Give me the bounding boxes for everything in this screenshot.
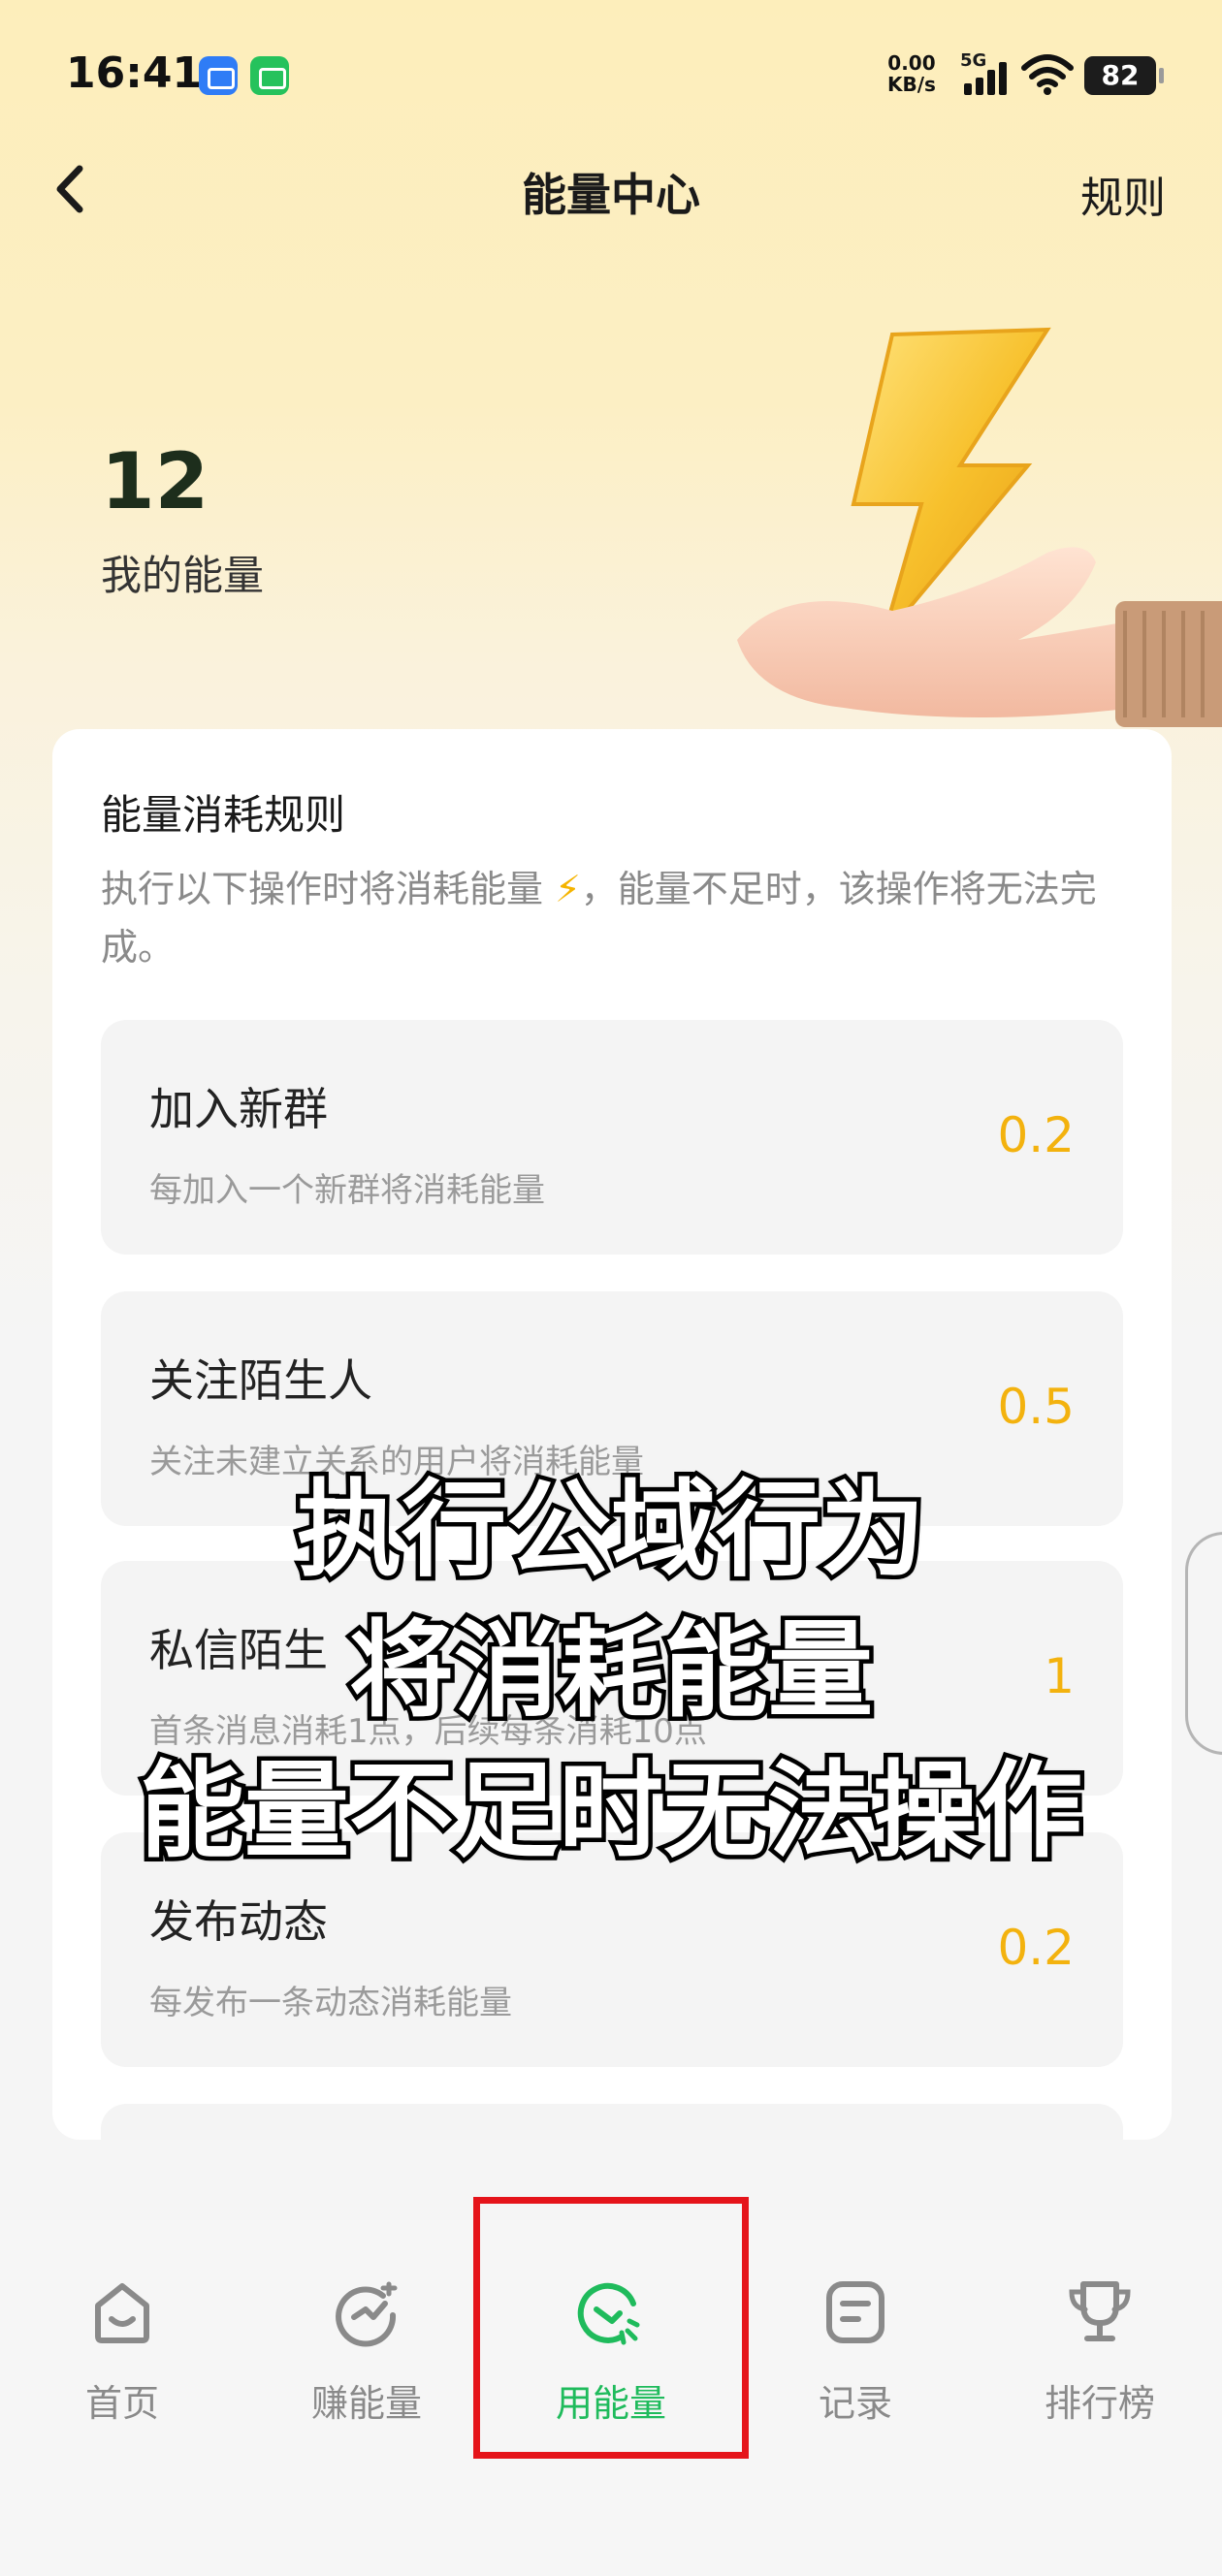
card-title: 能量消耗规则 (101, 791, 346, 839)
caption-line-2: 将消耗能量 (344, 1606, 877, 1736)
tab-earn-energy[interactable]: 赚能量 (244, 2226, 489, 2425)
tab-home[interactable]: 首页 (0, 2226, 244, 2425)
rule-description: 每发布一条动态消耗能量 (149, 1984, 512, 2022)
caption-line-1: 执行公域行为 (292, 1466, 929, 1596)
rule-cost: 0.2 (997, 1107, 1075, 1163)
rule-cost: 0.5 (997, 1379, 1075, 1435)
caption-line-3: 能量不足时无法操作 (135, 1747, 1086, 1877)
rule-cost: 0.2 (997, 1920, 1075, 1976)
earn-energy-icon (336, 2281, 398, 2347)
wechat-notification-icon (250, 56, 289, 95)
rule-description: 每加入一个新群将消耗能量 (149, 1171, 545, 1210)
lightning-icon: ⚡ (555, 868, 581, 910)
rule-name: 发布动态 (149, 1895, 328, 1948)
rule-name: 加入新群 (149, 1083, 328, 1135)
system-nav-area (0, 2540, 1222, 2576)
rule-name: 关注陌生人 (149, 1354, 372, 1407)
record-icon (826, 2281, 884, 2343)
trophy-icon (1069, 2281, 1131, 2341)
tab-label: 首页 (84, 2382, 159, 2425)
tab-records[interactable]: 记录 (733, 2226, 978, 2425)
status-bar: 16:41 0.00 KB/s 5G 82 (0, 39, 1222, 116)
card-description: 执行以下操作时将消耗能量 ⚡，能量不足时，该操作将无法完成。 (101, 860, 1129, 976)
wifi-icon (1021, 54, 1074, 95)
rule-item-join-group[interactable]: 加入新群 每加入一个新群将消耗能量 0.2 (101, 1020, 1123, 1255)
tab-label: 排行榜 (1044, 2382, 1155, 2425)
rules-link[interactable]: 规则 (1080, 163, 1166, 225)
rule-item-next[interactable] (101, 2104, 1123, 2140)
energy-value: 12 (101, 436, 209, 526)
cellular-signal-icon: 5G (960, 50, 1011, 99)
highlight-annotation-box (473, 2197, 749, 2459)
card-desc-text: 执行以下操作时将消耗能量 (101, 868, 556, 910)
tab-label: 记录 (818, 2382, 892, 2425)
network-type: 5G (960, 50, 987, 71)
lightning-hand-illustration (737, 327, 1222, 727)
energy-rules-card: 能量消耗规则 执行以下操作时将消耗能量 ⚡，能量不足时，该操作将无法完成。 加入… (52, 729, 1172, 2140)
battery-indicator: 82 (1084, 56, 1164, 95)
tab-leaderboard[interactable]: 排行榜 (978, 2226, 1222, 2425)
network-speed: 0.00 KB/s (887, 52, 936, 95)
home-icon (95, 2283, 149, 2343)
energy-label: 我的能量 (101, 552, 265, 599)
video-call-icon (199, 56, 238, 95)
status-time: 16:41 (66, 48, 203, 98)
page-title: 能量中心 (522, 169, 700, 221)
net-speed-value: 0.00 (887, 51, 936, 75)
net-speed-unit: KB/s (887, 73, 936, 96)
tab-label: 赚能量 (310, 2382, 422, 2425)
